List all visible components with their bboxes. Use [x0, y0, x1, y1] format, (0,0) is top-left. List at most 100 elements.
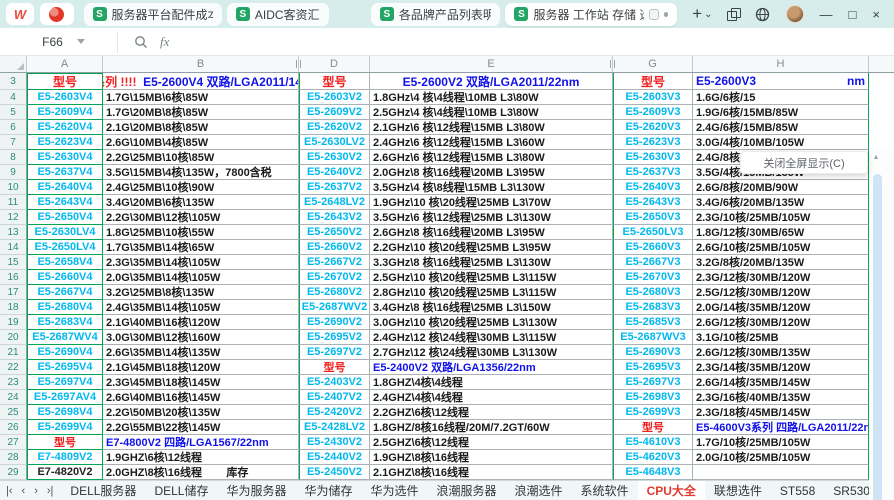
tab-list-chevron-icon[interactable]: ⌄	[704, 9, 712, 20]
cell-H12[interactable]: 2.3G/10核/25MB/105W	[693, 210, 869, 225]
cell-E25[interactable]: 2.2GHZ\6核\12线程	[370, 405, 613, 420]
row-number-21[interactable]: 21	[0, 345, 27, 360]
cell-B4[interactable]: 1.7G\15MB\6核\85W	[103, 90, 299, 105]
cell-A18[interactable]: E5-2680V4	[27, 300, 103, 315]
row-number-29[interactable]: 29	[0, 465, 27, 480]
cell-H23[interactable]: 2.6G/14核/35MB/145W	[693, 375, 869, 390]
cell-B21[interactable]: 2.6G\35MB\14核\135W	[103, 345, 299, 360]
cell-G4[interactable]: E5-2603V3	[613, 90, 693, 105]
cell-G25[interactable]: E5-2699V3	[613, 405, 693, 420]
cell-B11[interactable]: 3.4G\20MB\6核\135W	[103, 195, 299, 210]
cell-G27[interactable]: E5-4610V3	[613, 435, 693, 450]
cell-D13[interactable]: E5-2650V2	[299, 225, 370, 240]
cell-D8[interactable]: E5-2630V2	[299, 150, 370, 165]
cell-E10[interactable]: 3.5GHz\4 核\8线程\15MB L3\130W	[370, 180, 613, 195]
cell-D22[interactable]: 型号	[299, 360, 370, 375]
row-number-9[interactable]: 9	[0, 165, 27, 180]
document-tab-1[interactable]: S 服务器平台配件成本随时更新-SE	[84, 3, 222, 26]
row-number-24[interactable]: 24	[0, 390, 27, 405]
cell-E23[interactable]: 1.8GHZ\4核\4线程	[370, 375, 613, 390]
sheet-tab-DELL储存[interactable]: DELL储存	[145, 481, 217, 500]
close-button[interactable]: ×	[872, 8, 880, 21]
cell-D7[interactable]: E5-2630LV2	[299, 135, 370, 150]
cell-H13[interactable]: 1.8G/12核/30MB/65W	[693, 225, 869, 240]
row-number-8[interactable]: 8	[0, 150, 27, 165]
cell-D4[interactable]: E5-2603V2	[299, 90, 370, 105]
cell-A20[interactable]: E5-2687WV4	[27, 330, 103, 345]
name-box[interactable]: F66	[10, 31, 118, 53]
row-number-18[interactable]: 18	[0, 300, 27, 315]
row-number-5[interactable]: 5	[0, 105, 27, 120]
cell-E22[interactable]: E5-2400V2 双路/LGA1356/22nm	[370, 360, 613, 375]
cell-A19[interactable]: E5-2683V4	[27, 315, 103, 330]
switch-window-icon[interactable]	[727, 8, 739, 20]
cell-A11[interactable]: E5-2643V4	[27, 195, 103, 210]
cell-E6[interactable]: 2.1GHz\6 核\12线程\15MB L3\80W	[370, 120, 613, 135]
cell-B26[interactable]: 2.2G\55MB\22核\145W	[103, 420, 299, 435]
row-number-27[interactable]: 27	[0, 435, 27, 450]
cell-D19[interactable]: E5-2690V2	[299, 315, 370, 330]
sheet-tab-ST558[interactable]: ST558	[771, 481, 824, 500]
first-sheet-icon[interactable]: |‹	[6, 485, 13, 497]
cell-A5[interactable]: E5-2609V4	[27, 105, 103, 120]
cell-G13[interactable]: E5-2650LV3	[613, 225, 693, 240]
cell-B18[interactable]: 2.4G\35MB\14核\105W	[103, 300, 299, 315]
cell-A14[interactable]: E5-2650LV4	[27, 240, 103, 255]
cell-D16[interactable]: E5-2670V2	[299, 270, 370, 285]
cell-H7[interactable]: 3.0G/4核/10MB/105W	[693, 135, 869, 150]
cell-D11[interactable]: E5-2648LV2	[299, 195, 370, 210]
row-number-3[interactable]: 3	[0, 73, 27, 90]
cell-A8[interactable]: E5-2630V4	[27, 150, 103, 165]
cell-B22[interactable]: 2.1G\45MB\18核\120W	[103, 360, 299, 375]
column-header-A[interactable]: A	[27, 56, 103, 72]
wps-home-button[interactable]: W	[6, 3, 34, 25]
cell-B15[interactable]: 2.3G\35MB\14核\105W	[103, 255, 299, 270]
cell-D14[interactable]: E5-2660V2	[299, 240, 370, 255]
cell-G7[interactable]: E5-2623V3	[613, 135, 693, 150]
cell-E5[interactable]: 2.5GHz\4 核\4线程\10MB L3\80W	[370, 105, 613, 120]
cell-G26[interactable]: 型号	[613, 420, 693, 435]
row-number-16[interactable]: 16	[0, 270, 27, 285]
row-number-15[interactable]: 15	[0, 255, 27, 270]
cell-A13[interactable]: E5-2630LV4	[27, 225, 103, 240]
cell-A22[interactable]: E5-2695V4	[27, 360, 103, 375]
cell-E21[interactable]: 2.7GHz\12 核\24线程\30MB L3\130W	[370, 345, 613, 360]
cell-D10[interactable]: E5-2637V2	[299, 180, 370, 195]
formula-input[interactable]	[169, 28, 894, 55]
column-header-E[interactable]: E	[370, 56, 613, 72]
cell-D15[interactable]: E5-2667V2	[299, 255, 370, 270]
row-number-22[interactable]: 22	[0, 360, 27, 375]
cell-H10[interactable]: 2.6G/8核/20MB/90W	[693, 180, 869, 195]
cell-G19[interactable]: E5-2685V3	[613, 315, 693, 330]
docer-button[interactable]	[40, 3, 73, 25]
cell-H11[interactable]: 3.4G/6核/20MB/135W	[693, 195, 869, 210]
cell-B12[interactable]: 2.2G\30MB\12核\105W	[103, 210, 299, 225]
document-tab-3[interactable]: S 各品牌产品列表明细	[371, 3, 501, 26]
cell-A27[interactable]: 型号	[27, 435, 103, 450]
cell-A25[interactable]: E5-2698V4	[27, 405, 103, 420]
cell-A9[interactable]: E5-2637V4	[27, 165, 103, 180]
cell-H15[interactable]: 3.2G/8核/20MB/135W	[693, 255, 869, 270]
cell-E11[interactable]: 1.9GHz\10 核\20线程\25MB L3\70W	[370, 195, 613, 210]
sheet-tab-系统软件[interactable]: 系统软件	[572, 481, 638, 500]
document-tab-2[interactable]: S AIDC客资汇总	[227, 3, 329, 26]
user-avatar[interactable]	[786, 5, 804, 23]
cell-E12[interactable]: 3.5GHz\6 核\12线程\25MB L3\130W	[370, 210, 613, 225]
row-number-23[interactable]: 23	[0, 375, 27, 390]
cell-G17[interactable]: E5-2680V3	[613, 285, 693, 300]
cell-B19[interactable]: 2.1G\40MB\16核\120W	[103, 315, 299, 330]
cell-G18[interactable]: E5-2683V3	[613, 300, 693, 315]
cell-A29[interactable]: E7-4820V2	[27, 465, 103, 480]
row-number-13[interactable]: 13	[0, 225, 27, 240]
cell-G20[interactable]: E5-2687WV3	[613, 330, 693, 345]
sheet-tab-华为服务器[interactable]: 华为服务器	[217, 481, 295, 500]
cell-B24[interactable]: 2.6G\40MB\16核\145W	[103, 390, 299, 405]
prev-sheet-icon[interactable]: ‹	[22, 485, 26, 497]
cell-H3[interactable]: E5-2600V3nm	[693, 73, 869, 90]
cell-H26[interactable]: E5-4600V3系列 四路/LGA2011/22nm	[693, 420, 869, 435]
cell-E24[interactable]: 2.4GHZ\4核\4线程	[370, 390, 613, 405]
cell-E3[interactable]: E5-2600V2 双路/LGA2011/22nm	[370, 73, 613, 90]
cell-G28[interactable]: E5-4620V3	[613, 450, 693, 465]
row-number-17[interactable]: 17	[0, 285, 27, 300]
sheet-tab-浪潮选件[interactable]: 浪潮选件	[506, 481, 572, 500]
